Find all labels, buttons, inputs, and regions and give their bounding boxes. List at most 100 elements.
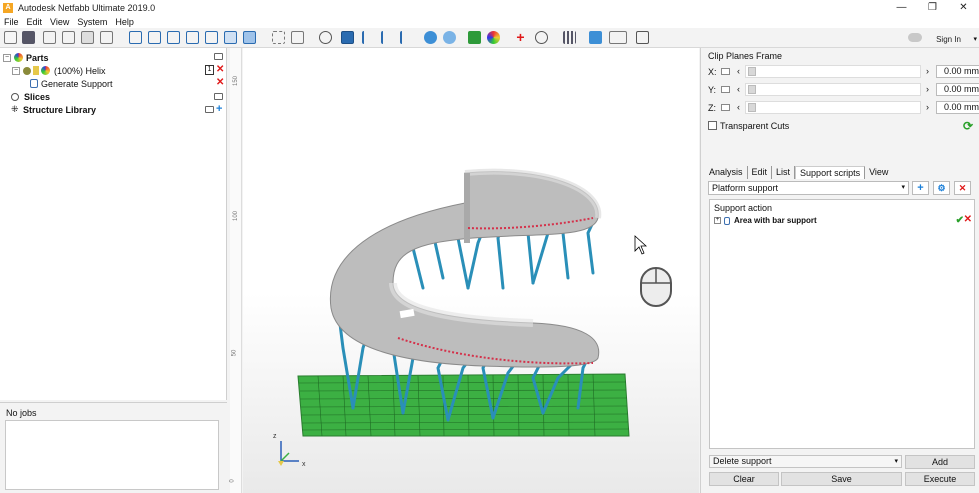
view-iso-icon[interactable] xyxy=(243,31,256,44)
remove-part-icon[interactable]: ✕ xyxy=(216,64,224,75)
execute-button[interactable]: Execute xyxy=(905,472,975,486)
shell-icon[interactable] xyxy=(589,31,602,44)
menu-system[interactable]: System xyxy=(73,17,111,27)
clip-enable-checkbox[interactable] xyxy=(721,104,730,111)
delete-support-select[interactable]: Delete support ▾ xyxy=(709,455,902,468)
chevron-right-icon[interactable]: › xyxy=(926,102,929,112)
scale-icon[interactable] xyxy=(381,31,394,44)
slider-thumb[interactable] xyxy=(748,85,756,94)
slider-thumb[interactable] xyxy=(748,67,756,76)
save-button[interactable]: Save xyxy=(781,472,902,486)
tab-support-scripts[interactable]: Support scripts xyxy=(795,166,866,179)
close-button[interactable]: ✕ xyxy=(948,0,979,15)
view-left-icon[interactable] xyxy=(167,31,180,44)
chevron-left-icon[interactable]: ‹ xyxy=(737,66,740,76)
tree-item-generate-support[interactable]: Generate Support xyxy=(30,77,113,90)
mouse-navigation-icon[interactable] xyxy=(640,267,672,307)
sign-in-link[interactable]: Sign In xyxy=(936,35,961,44)
clip-row-z: Z: ‹ › 0.00 mm xyxy=(708,101,979,115)
remove-action-icon[interactable]: ✕ xyxy=(964,214,972,225)
tree-item-parts[interactable]: − Parts xyxy=(3,51,49,64)
add-button[interactable]: Add xyxy=(905,455,975,469)
tab-list[interactable]: List xyxy=(772,166,796,179)
support-action-label: Area with bar support xyxy=(734,216,817,225)
move-icon[interactable] xyxy=(362,31,375,44)
tab-edit[interactable]: Edit xyxy=(748,166,773,179)
chevron-right-icon[interactable]: › xyxy=(926,66,929,76)
tree-item-structure-library[interactable]: ⁜ Structure Library xyxy=(11,103,96,116)
chevron-down-icon[interactable]: ▾ xyxy=(973,35,977,43)
clip-value-field[interactable]: 0.00 mm xyxy=(936,65,979,78)
menu-help[interactable]: Help xyxy=(111,17,138,27)
view-bottom-icon[interactable] xyxy=(224,31,237,44)
view-back-icon[interactable] xyxy=(148,31,161,44)
clip-axis-label: X: xyxy=(708,67,717,77)
panel-splitter[interactable] xyxy=(701,152,979,160)
tree-item-helix[interactable]: − (100%) Helix xyxy=(12,64,106,77)
add-script-button[interactable]: + xyxy=(912,181,929,195)
view-top-icon[interactable] xyxy=(205,31,218,44)
search-icon[interactable] xyxy=(319,31,332,44)
clip-slider[interactable] xyxy=(745,65,921,78)
support-point-icon[interactable] xyxy=(535,31,548,44)
camera-icon[interactable] xyxy=(100,31,113,44)
ruler-icon[interactable] xyxy=(609,31,627,44)
screenshot-icon[interactable] xyxy=(81,31,94,44)
add-cross-icon[interactable]: + xyxy=(514,30,527,44)
tree-item-slices[interactable]: Slices xyxy=(11,90,50,103)
lightbulb-icon[interactable] xyxy=(33,66,39,75)
clip-slider[interactable] xyxy=(745,101,921,114)
platform-support-value: Platform support xyxy=(712,183,779,193)
folder-open-icon[interactable] xyxy=(205,106,214,113)
lattice-icon[interactable] xyxy=(563,31,576,44)
clip-enable-checkbox[interactable] xyxy=(721,86,730,93)
minimize-button[interactable]: — xyxy=(886,0,917,15)
save-icon[interactable] xyxy=(22,31,35,44)
zoom-fit-icon[interactable] xyxy=(272,31,285,44)
add-part-icon[interactable] xyxy=(43,31,56,44)
support-action-item[interactable]: + Area with bar support xyxy=(714,216,817,225)
clip-value-field[interactable]: 0.00 mm xyxy=(936,101,979,114)
menu-file[interactable]: File xyxy=(0,17,23,27)
select-part-icon[interactable] xyxy=(341,31,354,44)
clip-value-field[interactable]: 0.00 mm xyxy=(936,83,979,96)
analysis-icon[interactable] xyxy=(443,31,456,44)
chevron-left-icon[interactable]: ‹ xyxy=(737,84,740,94)
collapse-icon[interactable]: − xyxy=(3,53,11,62)
import-icon[interactable] xyxy=(62,31,75,44)
add-library-icon[interactable]: + xyxy=(216,103,222,115)
delete-script-button[interactable]: ✕ xyxy=(954,181,971,195)
menu-edit[interactable]: Edit xyxy=(23,17,47,27)
view-right-icon[interactable] xyxy=(186,31,199,44)
restore-button[interactable]: ❐ xyxy=(917,0,948,15)
tree-label-slices: Slices xyxy=(24,91,51,102)
visibility-icon[interactable] xyxy=(23,66,31,75)
chevron-right-icon[interactable]: › xyxy=(926,84,929,94)
folder-open-icon[interactable] xyxy=(214,93,223,100)
tab-analysis[interactable]: Analysis xyxy=(705,166,748,179)
refresh-icon[interactable]: ⟳ xyxy=(963,119,973,133)
rotate-icon[interactable] xyxy=(400,31,413,44)
menu-view[interactable]: View xyxy=(46,17,73,27)
measure-icon[interactable] xyxy=(468,31,481,44)
build-icon[interactable] xyxy=(636,31,649,44)
clip-slider[interactable] xyxy=(745,83,921,96)
settings-gear-icon[interactable]: ⚙ xyxy=(933,181,950,195)
chevron-left-icon[interactable]: ‹ xyxy=(737,102,740,112)
view-front-icon[interactable] xyxy=(129,31,142,44)
collapse-icon[interactable]: − xyxy=(12,66,20,75)
slider-thumb[interactable] xyxy=(748,103,756,112)
remove-support-icon[interactable]: ✕ xyxy=(216,77,224,88)
open-project-icon[interactable] xyxy=(4,31,17,44)
expand-icon[interactable]: + xyxy=(714,217,721,224)
clip-enable-checkbox[interactable] xyxy=(721,68,730,75)
transparent-cuts-checkbox[interactable] xyxy=(708,121,717,130)
folder-open-icon[interactable] xyxy=(214,53,223,60)
tab-view[interactable]: View xyxy=(865,166,892,179)
zoom-selection-icon[interactable] xyxy=(291,31,304,44)
3d-viewport[interactable]: z x xyxy=(243,48,699,493)
repair-icon[interactable] xyxy=(424,31,437,44)
color-icon[interactable] xyxy=(487,31,500,44)
platform-support-select[interactable]: Platform support ▾ xyxy=(708,181,909,195)
clear-button[interactable]: Clear xyxy=(709,472,779,486)
